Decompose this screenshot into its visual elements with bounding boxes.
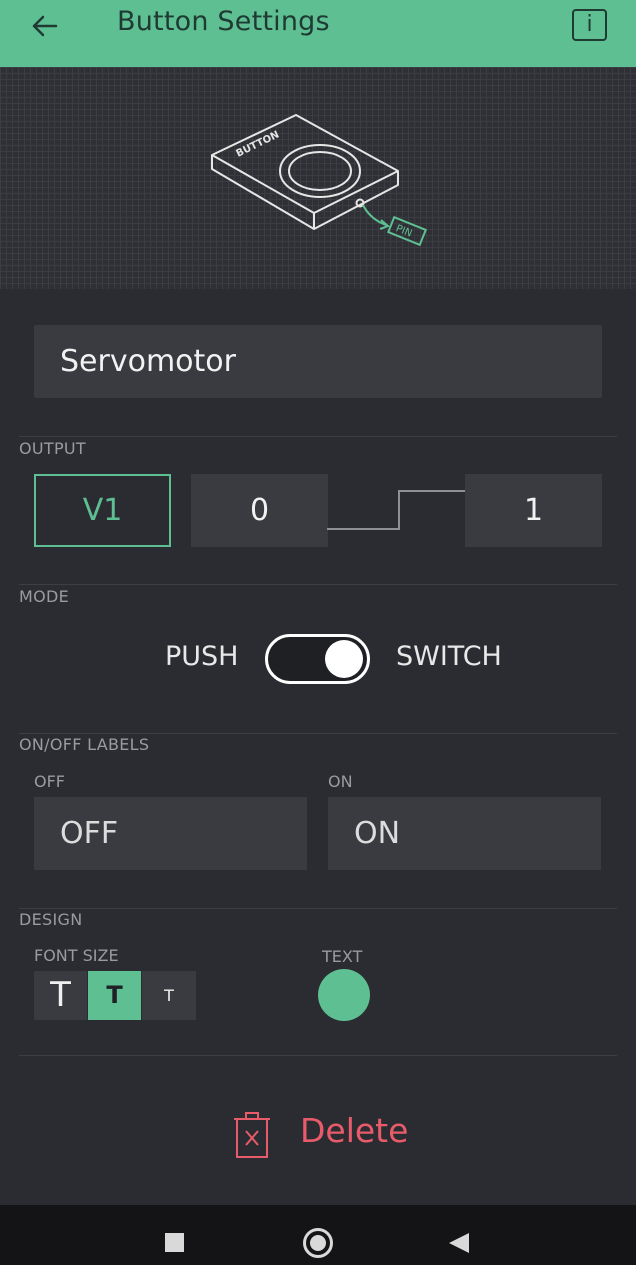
output-min-input[interactable]: 0 bbox=[191, 474, 328, 547]
mode-push-label: PUSH bbox=[165, 641, 239, 672]
on-label-caption: ON bbox=[328, 772, 353, 791]
section-divider bbox=[19, 733, 617, 734]
widget-name-input[interactable] bbox=[34, 325, 602, 398]
pin-tag: PIN bbox=[386, 215, 428, 247]
mode-section-label: MODE bbox=[19, 587, 70, 606]
section-divider bbox=[19, 1055, 617, 1056]
design-section-label: DESIGN bbox=[19, 910, 83, 929]
back-button[interactable] bbox=[22, 12, 68, 42]
text-color-label: TEXT bbox=[322, 947, 363, 966]
page-title: Button Settings bbox=[117, 6, 330, 37]
section-divider bbox=[19, 436, 617, 437]
output-section-label: OUTPUT bbox=[19, 439, 87, 458]
info-button[interactable]: i bbox=[572, 9, 607, 41]
delete-label: Delete bbox=[300, 1111, 409, 1150]
home-circle-icon[interactable] bbox=[303, 1228, 333, 1258]
off-label-input[interactable] bbox=[34, 797, 307, 870]
button-illustration: BUTTON PIN bbox=[211, 114, 428, 247]
font-size-label: FONT SIZE bbox=[34, 946, 119, 965]
arrow-left-icon bbox=[32, 15, 58, 37]
mode-toggle[interactable] bbox=[265, 634, 370, 684]
output-max-input[interactable]: 1 bbox=[465, 474, 602, 547]
toggle-knob bbox=[325, 640, 363, 678]
back-triangle-icon[interactable] bbox=[449, 1233, 469, 1253]
system-navigation-bar bbox=[0, 1205, 636, 1265]
font-size-large-button[interactable]: T bbox=[34, 971, 87, 1020]
font-size-small-button[interactable]: T bbox=[142, 971, 196, 1020]
output-range-step-icon bbox=[327, 490, 466, 530]
section-divider bbox=[19, 584, 617, 585]
text-color-picker[interactable] bbox=[318, 969, 370, 1021]
pin-select-button[interactable]: V1 bbox=[34, 474, 171, 547]
labels-section-label: ON/OFF LABELS bbox=[19, 735, 150, 754]
delete-button[interactable]: Delete bbox=[232, 1105, 412, 1160]
recents-square-icon[interactable] bbox=[165, 1233, 184, 1252]
mode-switch-label: SWITCH bbox=[396, 641, 502, 672]
pin-tag-label: PIN bbox=[394, 223, 413, 239]
section-divider bbox=[19, 908, 617, 909]
widget-illustration-panel: BUTTON PIN bbox=[0, 67, 636, 289]
font-size-medium-button[interactable]: T bbox=[88, 971, 141, 1020]
top-app-bar: Button Settings i bbox=[0, 0, 636, 67]
off-label-caption: OFF bbox=[34, 772, 65, 791]
trash-icon bbox=[234, 1112, 270, 1158]
on-label-input[interactable] bbox=[328, 797, 601, 870]
